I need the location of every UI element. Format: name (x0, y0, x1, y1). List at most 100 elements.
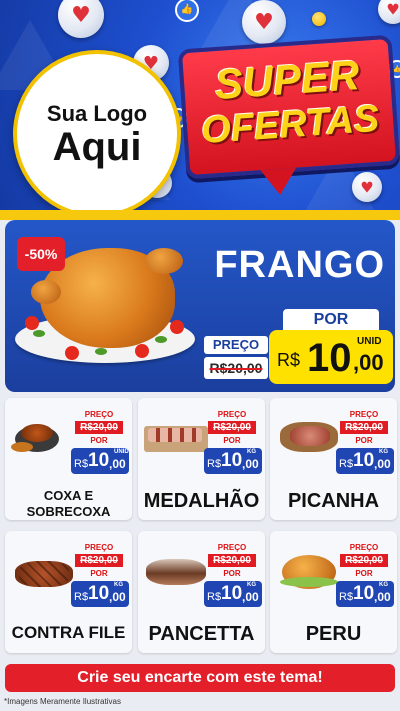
price-currency: R$ (74, 458, 89, 470)
product-name: PANCETTA (148, 623, 255, 645)
garnish-tomato (170, 320, 184, 334)
price-currency: R$ (339, 591, 354, 603)
cta-banner[interactable]: Crie seu encarte com este tema! (5, 664, 395, 692)
heart-icon: ♥ (360, 178, 374, 197)
old-price-label: PREÇO (217, 543, 247, 552)
discount-badge: -50% (17, 237, 65, 271)
heart-icon: ♥ (386, 0, 400, 19)
product-card[interactable]: PREÇO R$20,00 POR R$ 10,00 KG CONTRA FILE (5, 531, 132, 653)
old-price: R$20,00 (75, 554, 123, 567)
price-unit: KG (379, 449, 388, 455)
heart-bubble: ♥ (58, 0, 104, 38)
garnish-leaf (155, 336, 167, 343)
heart-bubble: ♥ (378, 0, 400, 24)
logo-line1: Sua Logo (46, 101, 148, 126)
price-integer: 10 (88, 583, 110, 604)
new-price-label: POR (90, 569, 108, 578)
old-price: R$20,00 (75, 421, 123, 434)
price-tag: R$ 10,00 KG (336, 448, 394, 474)
heart-icon: ♥ (71, 2, 91, 28)
product-name: CONTRA FILE (11, 623, 126, 642)
price-unit: KG (247, 582, 256, 588)
price-integer: 10 (88, 450, 110, 471)
disclaimer-text: *Imagens Meramente Ilustrativas (4, 697, 121, 706)
emoji-icon (312, 12, 326, 26)
product-image (276, 414, 340, 460)
product-name: COXA E (43, 488, 94, 503)
price-tag: R$ 10 ,00 UNID (269, 330, 393, 384)
price-currency: R$ (207, 458, 222, 470)
logo-placeholder[interactable]: Sua Logo Aqui (13, 50, 181, 215)
featured-name: FRANGO (214, 244, 385, 286)
product-card[interactable]: PREÇO R$20,00 POR R$ 10,00 KG PANCETTA (138, 531, 265, 653)
product-image (144, 547, 208, 593)
price-unit: KG (379, 582, 388, 588)
drumstick-image (31, 280, 61, 304)
old-price: R$20,00 (208, 421, 256, 434)
garnish-leaf (95, 348, 107, 355)
product-card[interactable]: PREÇO R$20,00 POR R$ 10,00 KG MEDALHÃO (138, 398, 265, 520)
price-decimal: ,00 (242, 457, 259, 471)
product-name: MEDALHÃO (143, 490, 260, 512)
old-price: R$20,00 (204, 357, 268, 379)
price-tag: R$ 10,00 KG (204, 448, 262, 474)
product-card[interactable]: PREÇO R$20,00 POR R$ 10,00 UNID COXA E SOBRECOX… (5, 398, 132, 520)
super-ofertas-badge: SUPER OFERTAS (177, 34, 400, 180)
heart-icon: ♥ (254, 9, 274, 35)
new-price-label: POR (283, 309, 379, 331)
price-unit: UNID (357, 336, 382, 347)
price-tag: R$ 10,00 KG (336, 581, 394, 607)
new-price-label: POR (223, 436, 241, 445)
garnish-tomato (135, 344, 149, 358)
price-decimal: ,00 (353, 350, 384, 375)
price-currency: R$ (207, 591, 222, 603)
product-image (11, 414, 75, 460)
drumstick-image (145, 248, 183, 274)
price-integer: 10 (221, 583, 243, 604)
old-price-label: PREÇO (84, 543, 114, 552)
product-image (276, 547, 340, 593)
price-tag: R$ 10,00 KG (71, 581, 129, 607)
featured-product-card[interactable]: -50% FRANGO PREÇO R$20,00 POR R$ 10 ,00 … (5, 220, 395, 392)
new-price-label: POR (355, 436, 373, 445)
price-decimal: ,00 (242, 590, 259, 604)
garnish-leaf (33, 330, 45, 337)
price-tag: R$ 10,00 KG (204, 581, 262, 607)
old-price-label: PREÇO (204, 336, 268, 354)
product-name: PERU (305, 623, 362, 645)
price-tag: R$ 10,00 UNID (71, 448, 129, 474)
old-price-label: PREÇO (349, 410, 379, 419)
old-price: R$20,00 (340, 554, 388, 567)
price-decimal: ,00 (374, 590, 391, 604)
price-integer: 10 (221, 450, 243, 471)
yellow-divider (0, 210, 400, 220)
new-price-label: POR (355, 569, 373, 578)
price-currency: R$ (74, 591, 89, 603)
heart-bubble: ♥ (352, 172, 382, 202)
old-price: R$20,00 (208, 554, 256, 567)
product-name: PICANHA (287, 490, 380, 512)
price-decimal: ,00 (374, 457, 391, 471)
heart-bubble: ♥ (242, 0, 286, 44)
old-price-label: PREÇO (349, 543, 379, 552)
product-card[interactable]: PREÇO R$20,00 POR R$ 10,00 KG PICANHA (270, 398, 397, 520)
old-price-label: PREÇO (217, 410, 247, 419)
price-integer: 10 (353, 450, 375, 471)
like-icon: 👍 (175, 0, 199, 22)
price-unit: UNID (114, 449, 129, 455)
new-price-label: POR (90, 436, 108, 445)
product-image (144, 414, 208, 460)
hero-header: ♥ ♥ ♥ ♥ ♥ ♥ 👍 👍 👍 SUPER OFERTAS Sua Logo… (0, 0, 400, 215)
product-card[interactable]: PREÇO R$20,00 POR R$ 10,00 KG PERU (270, 531, 397, 653)
product-name: SOBRECOXA (26, 504, 111, 519)
price-decimal: ,00 (109, 457, 126, 471)
price-currency: R$ (277, 350, 301, 370)
garnish-tomato (65, 346, 79, 360)
price-decimal: ,00 (109, 590, 126, 604)
price-integer: 10 (353, 583, 375, 604)
price-currency: R$ (339, 458, 354, 470)
new-price-label: POR (223, 569, 241, 578)
logo-line2: Aqui (52, 125, 142, 169)
old-price-label: PREÇO (84, 410, 114, 419)
price-unit: KG (114, 582, 123, 588)
